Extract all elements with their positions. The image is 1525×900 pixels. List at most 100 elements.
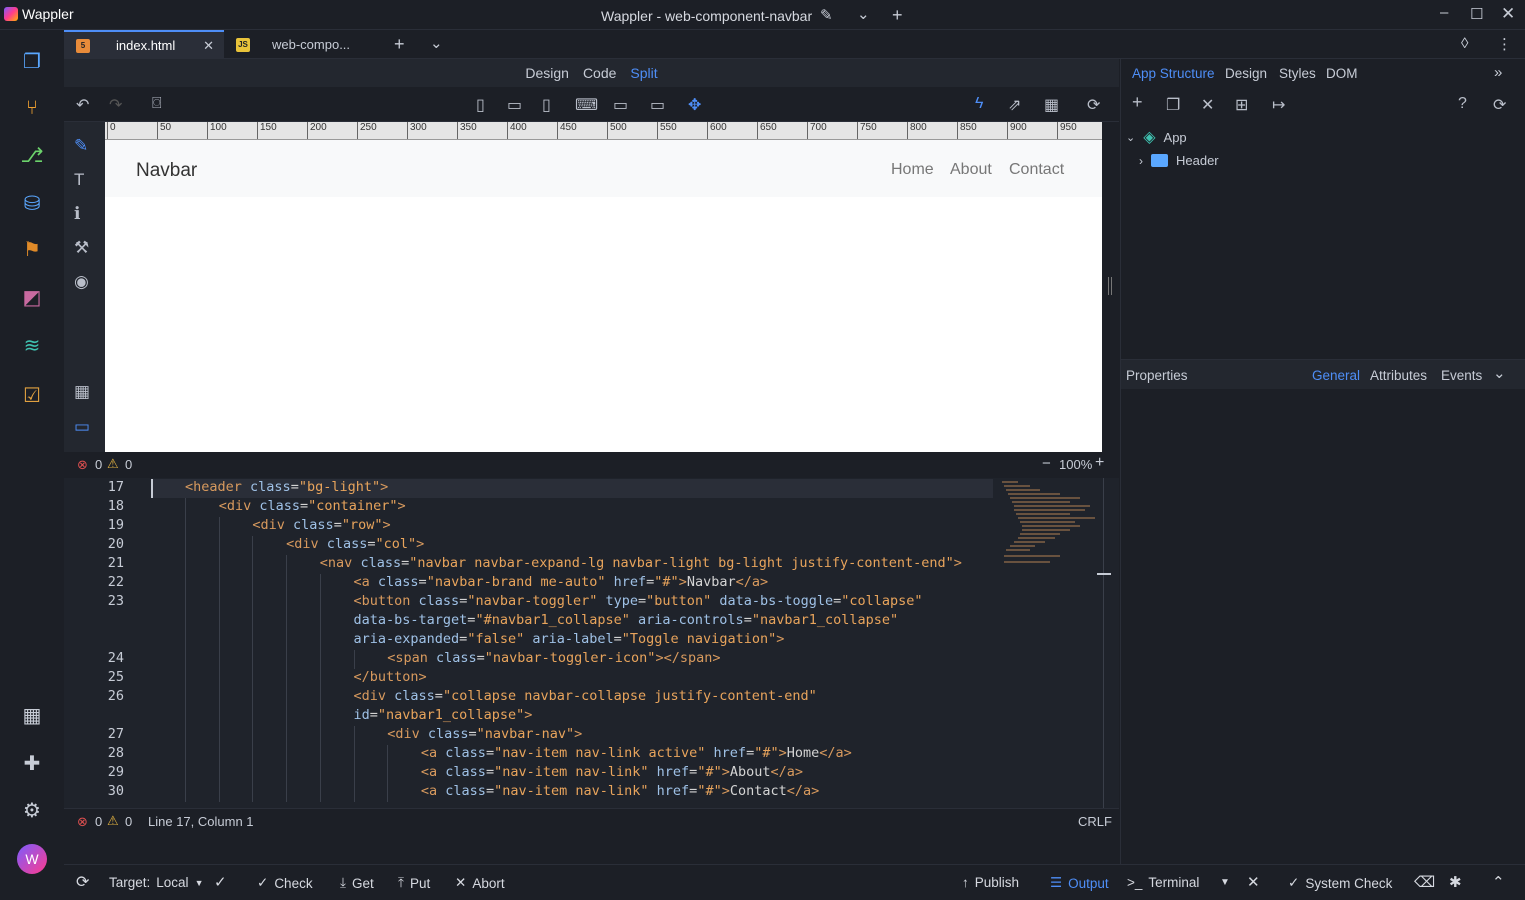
terminal-dropdown-icon[interactable]: ▼	[1220, 877, 1230, 888]
live-lightning-icon[interactable]: ϟ	[975, 95, 983, 113]
open-browser-icon[interactable]: ⇗	[1008, 95, 1021, 115]
theme-drop-icon[interactable]: ◊	[1461, 35, 1468, 52]
grid-icon[interactable]: ▦	[74, 382, 90, 402]
tablet-icon[interactable]: ▯	[542, 95, 551, 115]
output-tab[interactable]: ☰ Output	[1050, 875, 1109, 891]
view-code[interactable]: Code	[583, 65, 616, 81]
system-check-button[interactable]: ✓ System Check	[1288, 875, 1392, 891]
collapse-up-icon[interactable]: ⌃	[1492, 873, 1505, 891]
help-icon[interactable]: ?	[1458, 95, 1467, 113]
code-line[interactable]: 19 <div class="row">	[64, 517, 1094, 536]
preview-eye-icon[interactable]: ◉	[74, 272, 89, 292]
props-expand-icon[interactable]: ⌄	[1493, 364, 1506, 382]
desktop-icon[interactable]: ▭	[613, 95, 628, 115]
settings-gear-icon[interactable]: ⚙	[17, 795, 47, 825]
phone-portrait-icon[interactable]: ▯	[476, 95, 485, 115]
wrap-icon[interactable]: ⊞	[1235, 95, 1248, 115]
code-line[interactable]: id="navbar1_collapse">	[64, 707, 1094, 726]
phone-landscape-icon[interactable]: ▭	[507, 95, 522, 115]
code-line[interactable]: 18 <div class="container">	[64, 498, 1094, 517]
code-line[interactable]: 26 <div class="collapse navbar-collapse j…	[64, 688, 1094, 707]
tabs-dropdown-icon[interactable]: ⌄	[430, 34, 443, 52]
get-button[interactable]: ⤓ Get	[340, 875, 374, 891]
props-tab-events[interactable]: Events	[1441, 368, 1482, 383]
code-line[interactable]: 24 <span class="navbar-toggler-icon"></sp…	[64, 650, 1094, 669]
edit-pencil-icon[interactable]: ✎	[74, 136, 88, 156]
refresh-icon[interactable]: ⟳	[1087, 95, 1100, 115]
laptop-icon[interactable]: ⌨	[575, 95, 598, 115]
put-button[interactable]: ⤒ Put	[398, 875, 430, 891]
add-icon[interactable]: +	[892, 5, 903, 26]
delete-icon[interactable]: ✕	[1201, 95, 1214, 115]
code-editor[interactable]: 17 <header class="bg-light"> 18 <div class=…	[64, 478, 1119, 808]
design-canvas[interactable]: Navbar Home About Contact	[105, 140, 1102, 452]
redo-icon[interactable]: ↷	[109, 95, 122, 115]
vertical-splitter[interactable]	[1102, 122, 1119, 452]
preview-link-about[interactable]: About	[950, 161, 992, 179]
database-icon[interactable]: ⛁	[17, 188, 47, 218]
tab-index-html[interactable]: 5 index.html ✕	[64, 30, 224, 59]
code-line[interactable]: data-bs-target="#navbar1_collapse" aria-…	[64, 612, 1094, 631]
tab-web-component[interactable]: JS web-compo...	[226, 30, 376, 59]
props-tab-general[interactable]: General	[1312, 368, 1360, 383]
layers-icon[interactable]: ≋	[17, 330, 47, 360]
refresh-tree-icon[interactable]: ⟳	[1493, 95, 1506, 115]
text-tool-icon[interactable]: T	[74, 170, 84, 190]
extensions-icon[interactable]: ▦	[17, 700, 47, 730]
new-tab-icon[interactable]: +	[394, 34, 405, 55]
files-icon[interactable]: ❐	[17, 46, 47, 76]
eraser-icon[interactable]: ⌫	[1414, 873, 1435, 891]
git-icon[interactable]: ⑂	[17, 93, 47, 123]
editor-scrollbar[interactable]	[1103, 478, 1104, 808]
tab-design[interactable]: Design	[1225, 66, 1267, 81]
code-line[interactable]: 20 <div class="col">	[64, 536, 1094, 555]
minimize-button[interactable]: –	[1440, 4, 1448, 21]
zoom-in-button[interactable]: +	[1095, 454, 1104, 472]
code-line[interactable]: 22 <a class="navbar-brand me-auto" href="…	[64, 574, 1094, 593]
code-line[interactable]: 29 <a class="nav-item nav-link" href="#">…	[64, 764, 1094, 783]
info-icon[interactable]: ℹ	[74, 204, 80, 224]
pro-account-icon[interactable]: W	[17, 844, 47, 874]
view-design[interactable]: Design	[525, 65, 569, 81]
rename-pencil-icon[interactable]: ✎	[820, 6, 833, 24]
code-line[interactable]: aria-expanded="false" aria-label="Toggle…	[64, 631, 1094, 650]
debug-bug-icon[interactable]: ✱	[1449, 873, 1462, 891]
add-component-icon[interactable]: +	[1132, 92, 1143, 113]
code-line[interactable]: 30 <a class="nav-item nav-link" href="#">…	[64, 783, 1094, 802]
tree-node-app[interactable]: ⌄ ◈ App	[1126, 127, 1187, 147]
maximize-button[interactable]: ☐	[1470, 5, 1483, 23]
code-line[interactable]: 28 <a class="nav-item nav-link active" hr…	[64, 745, 1094, 764]
tab-dom[interactable]: DOM	[1326, 66, 1358, 81]
view-split[interactable]: Split	[630, 65, 657, 81]
duplicate-icon[interactable]: ❐	[1166, 95, 1180, 115]
preview-link-home[interactable]: Home	[891, 161, 934, 179]
props-tab-attributes[interactable]: Attributes	[1370, 368, 1427, 383]
fluid-resize-icon[interactable]: ✥	[688, 95, 701, 115]
tab-styles[interactable]: Styles	[1279, 66, 1316, 81]
workflow-icon[interactable]: ⎇	[17, 140, 47, 170]
code-line[interactable]: 21 <nav class="navbar navbar-expand-lg na…	[64, 555, 1094, 574]
terminal-tab[interactable]: >_ Terminal	[1127, 875, 1199, 890]
validate-icon[interactable]: ✓	[214, 873, 227, 891]
publish-button[interactable]: ↑ Publish	[962, 875, 1019, 890]
tree-node-header[interactable]: › Header	[1139, 153, 1219, 168]
routing-icon[interactable]: ⚑	[17, 234, 47, 264]
code-line[interactable]: 17 <header class="bg-light">	[64, 479, 1094, 498]
close-tab-icon[interactable]: ✕	[203, 38, 214, 54]
wide-desktop-icon[interactable]: ▭	[650, 95, 665, 115]
check-button[interactable]: ✓ Check	[257, 875, 313, 891]
line-ending[interactable]: CRLF	[1078, 814, 1112, 829]
qr-code-icon[interactable]: ▦	[1044, 95, 1059, 115]
collapse-panel-icon[interactable]: »	[1494, 64, 1502, 81]
preview-navbar-brand[interactable]: Navbar	[136, 160, 197, 182]
code-line[interactable]: 27 <div class="navbar-nav">	[64, 726, 1094, 745]
chevron-down-icon[interactable]: ⌄	[857, 5, 870, 23]
abort-button[interactable]: ✕ Abort	[455, 875, 505, 891]
cursor-position[interactable]: Line 17, Column 1	[148, 814, 254, 829]
zoom-out-button[interactable]: −	[1042, 455, 1051, 472]
assets-icon[interactable]: ◩	[17, 282, 47, 312]
tab-app-structure[interactable]: App Structure	[1132, 66, 1215, 81]
screenshot-camera-icon[interactable]: ⌼	[152, 95, 162, 113]
plugins-icon[interactable]: ✚	[17, 748, 47, 778]
preview-link-contact[interactable]: Contact	[1009, 161, 1064, 179]
